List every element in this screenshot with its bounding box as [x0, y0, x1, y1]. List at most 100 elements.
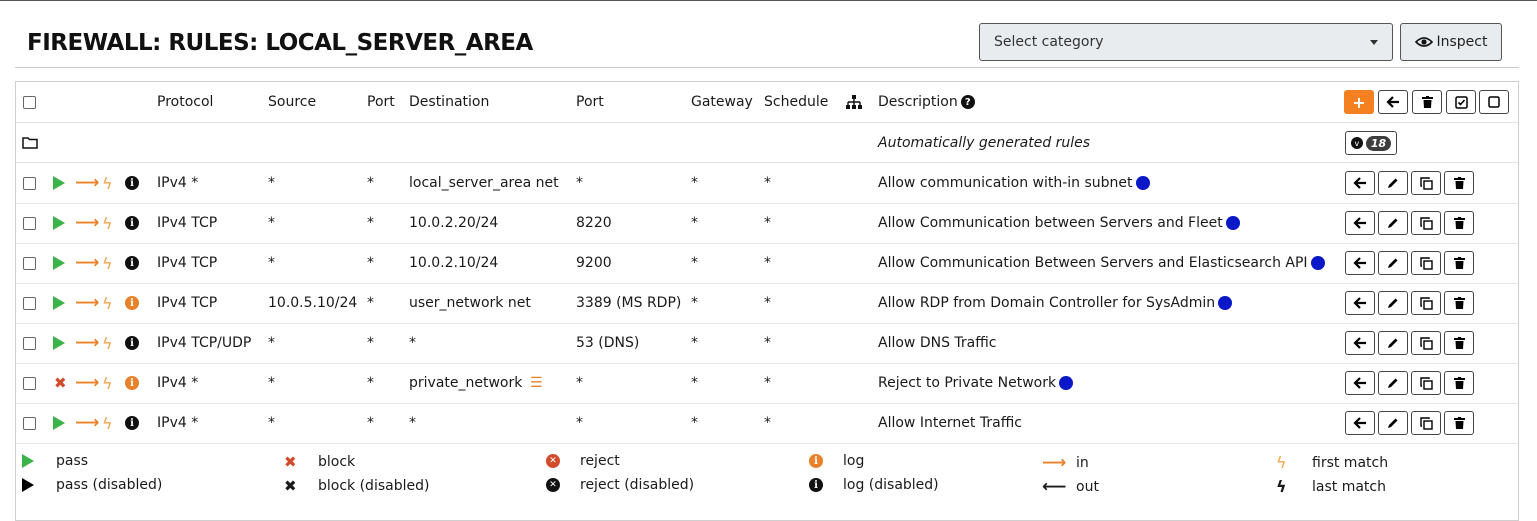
edit-rule-button[interactable]: [1378, 371, 1408, 395]
table-row[interactable]: ⟶ ϟ i IPv4 TCP * * 10.0.2.10/24 9200 * * Allow Com…: [16, 243, 1518, 284]
expand-auto-rules-button[interactable]: v 18: [1345, 131, 1397, 155]
legend-pass: pass: [22, 453, 88, 469]
table-row[interactable]: ⟶ ϟ i IPv4 TCP * * 10.0.2.20/24 8220 * * Allow Com…: [16, 203, 1518, 244]
cell-protocol: IPv4 *: [157, 175, 199, 191]
edit-rule-button[interactable]: [1378, 411, 1408, 435]
row-checkbox[interactable]: [23, 416, 36, 430]
row-checkbox[interactable]: [23, 216, 36, 230]
table-row[interactable]: ✖ ⟶ ϟ i IPv4 * * * private_network * * * ☰ Reject to…: [16, 363, 1518, 404]
delete-rule-button[interactable]: [1444, 291, 1474, 315]
clone-rule-button[interactable]: [1411, 211, 1441, 235]
row-checkbox[interactable]: [23, 256, 36, 270]
cell-gateway: *: [691, 175, 698, 191]
cell-protocol: IPv4 *: [157, 375, 199, 391]
add-rule-button[interactable]: +: [1344, 90, 1374, 114]
move-before-button[interactable]: [1345, 211, 1375, 235]
row-checkbox[interactable]: [23, 376, 36, 390]
block-icon[interactable]: ✖: [54, 374, 67, 392]
log-icon[interactable]: i: [125, 376, 139, 390]
table-header: Protocol Source Port Destination Port Ga…: [16, 82, 1518, 123]
list-alias-icon[interactable]: ☰: [530, 375, 543, 391]
clone-rule-button[interactable]: [1411, 171, 1441, 195]
row-checkbox[interactable]: [23, 336, 36, 350]
inspect-button[interactable]: Inspect: [1400, 23, 1502, 61]
delete-selected-button[interactable]: [1412, 90, 1442, 114]
header-gateway[interactable]: Gateway: [691, 82, 753, 122]
log-icon[interactable]: i: [125, 176, 139, 190]
edit-rule-button[interactable]: [1378, 331, 1408, 355]
edit-rule-button[interactable]: [1378, 211, 1408, 235]
cell-source: *: [268, 335, 275, 351]
edit-rule-button[interactable]: [1378, 291, 1408, 315]
trash-icon: [1453, 177, 1465, 189]
pencil-icon: [1388, 258, 1398, 268]
move-before-button[interactable]: [1345, 411, 1375, 435]
category-dot-icon: [1225, 216, 1240, 230]
cell-schedule: *: [764, 215, 771, 231]
disable-selected-button[interactable]: [1479, 90, 1509, 114]
delete-rule-button[interactable]: [1444, 411, 1474, 435]
cell-dest-port: 9200: [576, 255, 612, 271]
delete-rule-button[interactable]: [1444, 371, 1474, 395]
table-row[interactable]: ⟶ ϟ i IPv4 TCP/UDP * * * 53 (DNS) * * Allow DNS Tr…: [16, 323, 1518, 364]
pass-icon[interactable]: [53, 256, 65, 270]
edit-rule-button[interactable]: [1378, 251, 1408, 275]
row-checkbox[interactable]: [23, 176, 36, 190]
legend-first-match: ϟ first match: [1276, 453, 1388, 472]
auto-rules-row[interactable]: Automatically generated rules v 18: [16, 123, 1518, 163]
header-dest-port[interactable]: Port: [576, 82, 604, 122]
cell-source: *: [268, 175, 275, 191]
move-before-button[interactable]: [1345, 371, 1375, 395]
arrow-left-icon: [1353, 297, 1366, 309]
pass-icon[interactable]: [53, 416, 65, 430]
copy-icon: [1419, 296, 1433, 310]
pass-icon[interactable]: [53, 176, 65, 190]
log-icon[interactable]: i: [125, 416, 139, 430]
header-protocol[interactable]: Protocol: [157, 82, 213, 122]
pass-icon[interactable]: [53, 296, 65, 310]
table-row[interactable]: ⟶ ϟ i IPv4 TCP 10.0.5.10/24 * user_network net…: [16, 283, 1518, 324]
clone-rule-button[interactable]: [1411, 251, 1441, 275]
table-row[interactable]: ⟶ ϟ i IPv4 * * * * * * * Allow Internet Traffic: [16, 403, 1518, 444]
cell-schedule: *: [764, 375, 771, 391]
log-icon[interactable]: i: [125, 336, 139, 350]
clone-rule-button[interactable]: [1411, 331, 1441, 355]
log-icon[interactable]: i: [125, 256, 139, 270]
move-before-button[interactable]: [1345, 291, 1375, 315]
table-row[interactable]: ⟶ ϟ i IPv4 * * * local_server_area net * * * Allow…: [16, 163, 1518, 204]
arrow-in-icon: ⟶: [75, 253, 100, 273]
header-source[interactable]: Source: [268, 82, 316, 122]
category-select[interactable]: Select category: [979, 23, 1393, 61]
edit-rule-button[interactable]: [1378, 171, 1408, 195]
move-selected-button[interactable]: [1378, 90, 1408, 114]
clone-rule-button[interactable]: [1411, 411, 1441, 435]
log-icon[interactable]: i: [125, 296, 139, 310]
header-port[interactable]: Port: [367, 82, 395, 122]
delete-rule-button[interactable]: [1444, 211, 1474, 235]
delete-rule-button[interactable]: [1444, 171, 1474, 195]
page-title: FIREWALL: RULES: LOCAL_SERVER_AREA: [27, 30, 533, 56]
help-icon[interactable]: ?: [960, 95, 975, 109]
pass-icon[interactable]: [53, 336, 65, 350]
delete-rule-button[interactable]: [1444, 251, 1474, 275]
move-before-button[interactable]: [1345, 331, 1375, 355]
pass-icon[interactable]: [53, 216, 65, 230]
cell-port: *: [367, 175, 374, 191]
move-before-button[interactable]: [1345, 171, 1375, 195]
header-schedule[interactable]: Schedule: [764, 82, 828, 122]
clone-rule-button[interactable]: [1411, 371, 1441, 395]
log-icon[interactable]: i: [125, 216, 139, 230]
delete-rule-button[interactable]: [1444, 331, 1474, 355]
chevron-down-icon: [1370, 39, 1378, 45]
select-all-checkbox[interactable]: [23, 95, 36, 109]
bolt-first-match-icon: ϟ: [102, 173, 113, 193]
copy-icon: [1419, 256, 1433, 270]
clone-rule-button[interactable]: [1411, 291, 1441, 315]
move-before-button[interactable]: [1345, 251, 1375, 275]
row-checkbox[interactable]: [23, 296, 36, 310]
header-destination[interactable]: Destination: [409, 82, 489, 122]
legend-pass-label: pass: [56, 453, 89, 469]
enable-selected-button[interactable]: [1446, 90, 1476, 114]
header-description[interactable]: Description ?: [878, 82, 975, 122]
legend: pass pass (disabled) ✖ block ✖ block (disa…: [16, 445, 1518, 505]
